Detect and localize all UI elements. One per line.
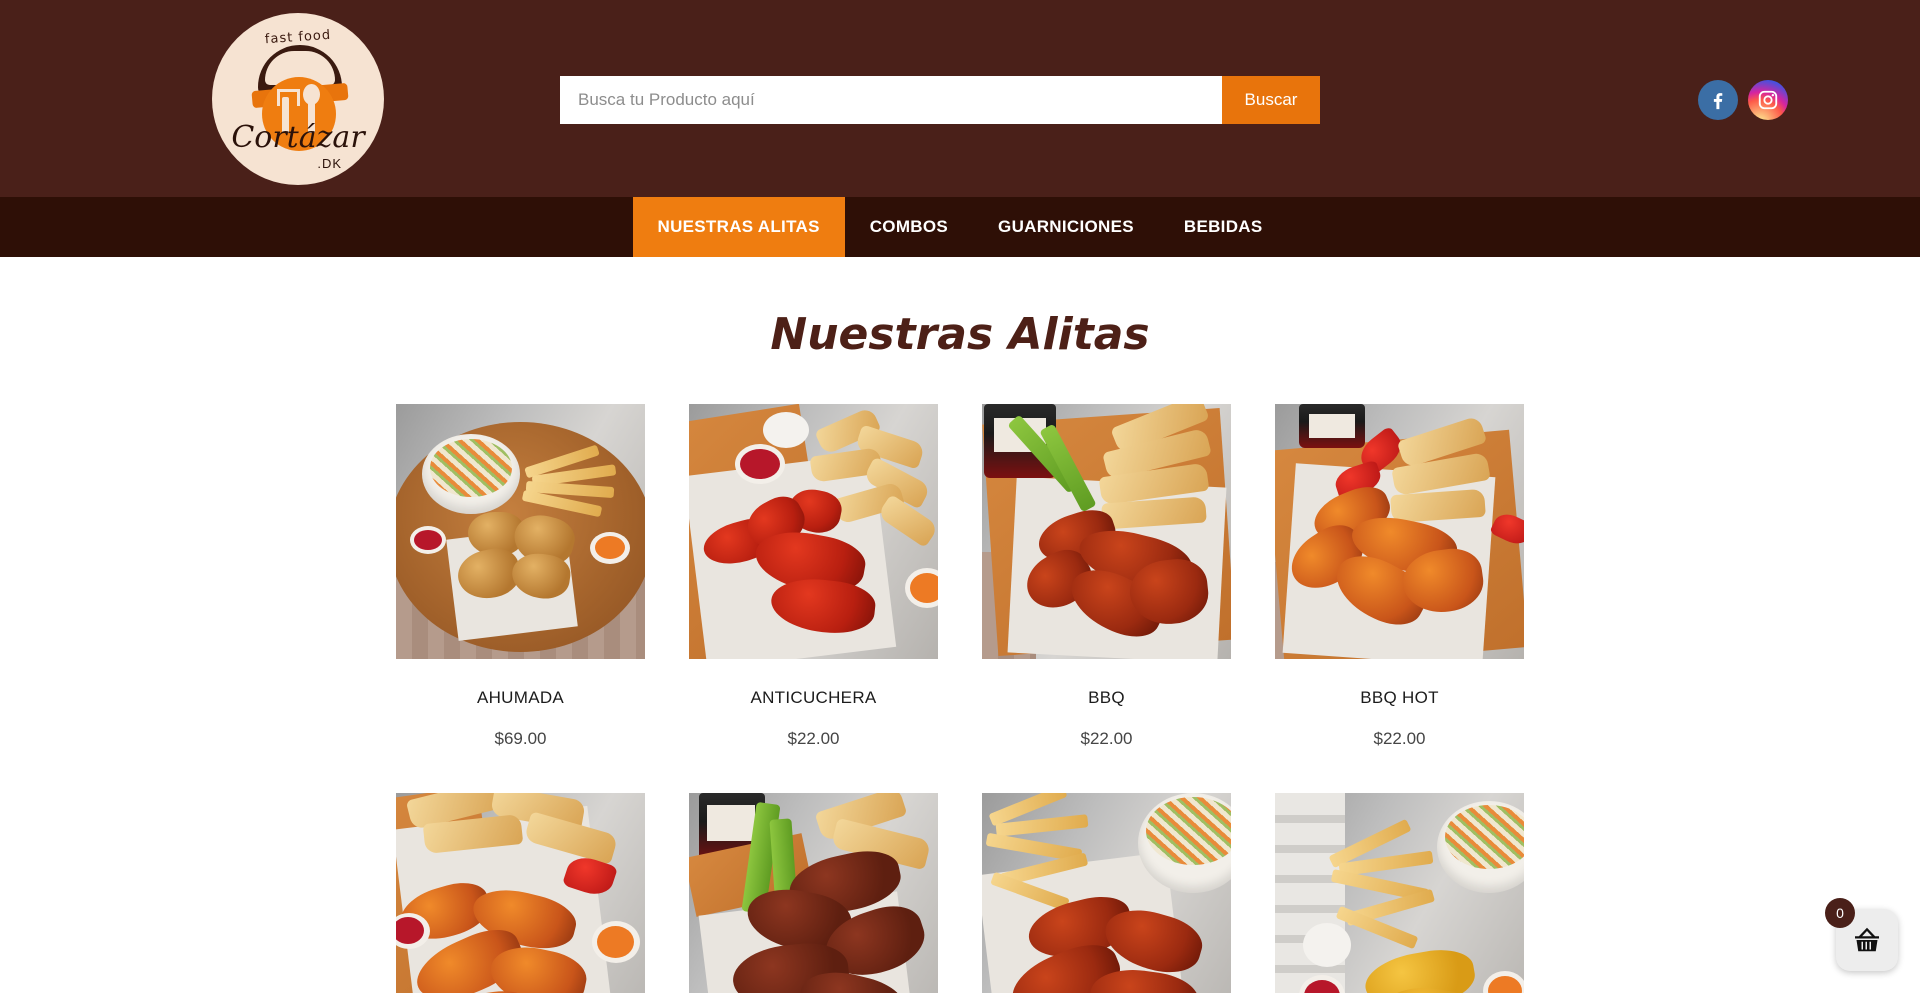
product-image-ahumada[interactable]: [396, 404, 645, 659]
product-image-row2-2[interactable]: [689, 793, 938, 993]
product-image-row2-3[interactable]: [982, 793, 1231, 993]
main-navigation: NUESTRAS ALITAS COMBOS GUARNICIONES BEBI…: [0, 197, 1920, 257]
search-button[interactable]: Buscar: [1222, 76, 1320, 124]
facebook-icon[interactable]: [1698, 80, 1738, 120]
product-image-row2-1[interactable]: [396, 793, 645, 993]
product-name: ANTICUCHERA: [750, 688, 877, 707]
product-image-bbq-hot[interactable]: [1275, 404, 1524, 659]
shopping-basket-icon: [1855, 927, 1879, 952]
site-header: fast food Cortázar .DK Buscar: [0, 0, 1920, 197]
product-card[interactable]: [1275, 793, 1524, 993]
product-card[interactable]: [689, 793, 938, 993]
product-name: BBQ: [1088, 688, 1125, 707]
social-links: [1698, 80, 1788, 120]
product-grid: AHUMADA $69.00 ANTICUCHERA $22.00 BBQ $2…: [396, 404, 1524, 993]
product-card[interactable]: AHUMADA $69.00: [396, 404, 645, 749]
search-bar: Buscar: [560, 76, 1320, 124]
product-image-anticuchera[interactable]: [689, 404, 938, 659]
product-price: $22.00: [787, 729, 840, 748]
nav-item-bebidas[interactable]: BEBIDAS: [1159, 197, 1288, 257]
site-logo[interactable]: fast food Cortázar .DK: [212, 0, 384, 197]
product-price: $22.00: [1080, 729, 1133, 748]
product-price: $22.00: [1373, 729, 1426, 748]
logo-brand-text: Cortázar: [231, 119, 365, 155]
page-title: Nuestras Alitas: [770, 309, 1150, 360]
cart-count-badge: 0: [1825, 898, 1855, 928]
nav-item-combos[interactable]: COMBOS: [845, 197, 973, 257]
main-content: Nuestras Alitas AHUMADA $69.00 ANTICUCHE…: [0, 257, 1920, 993]
product-image-bbq[interactable]: [982, 404, 1231, 659]
nav-item-guarniciones[interactable]: GUARNICIONES: [973, 197, 1159, 257]
instagram-icon[interactable]: [1748, 80, 1788, 120]
product-image-row2-4[interactable]: [1275, 793, 1524, 993]
product-price: $69.00: [494, 729, 547, 748]
nav-item-nuestras-alitas[interactable]: NUESTRAS ALITAS: [632, 197, 845, 257]
logo-circle: fast food Cortázar .DK: [212, 12, 384, 185]
product-card[interactable]: BBQ HOT $22.00: [1275, 404, 1524, 749]
product-name: AHUMADA: [476, 688, 565, 707]
search-input[interactable]: [560, 76, 1222, 124]
product-card[interactable]: [982, 793, 1231, 993]
nav-items: NUESTRAS ALITAS COMBOS GUARNICIONES BEBI…: [632, 197, 1288, 257]
product-name: BBQ HOT: [1360, 688, 1439, 707]
cart-button[interactable]: 0: [1825, 898, 1898, 971]
product-card[interactable]: [396, 793, 645, 993]
product-card[interactable]: BBQ $22.00: [982, 404, 1231, 749]
logo-suffix-text: .DK: [317, 155, 342, 171]
product-card[interactable]: ANTICUCHERA $22.00: [689, 404, 938, 749]
